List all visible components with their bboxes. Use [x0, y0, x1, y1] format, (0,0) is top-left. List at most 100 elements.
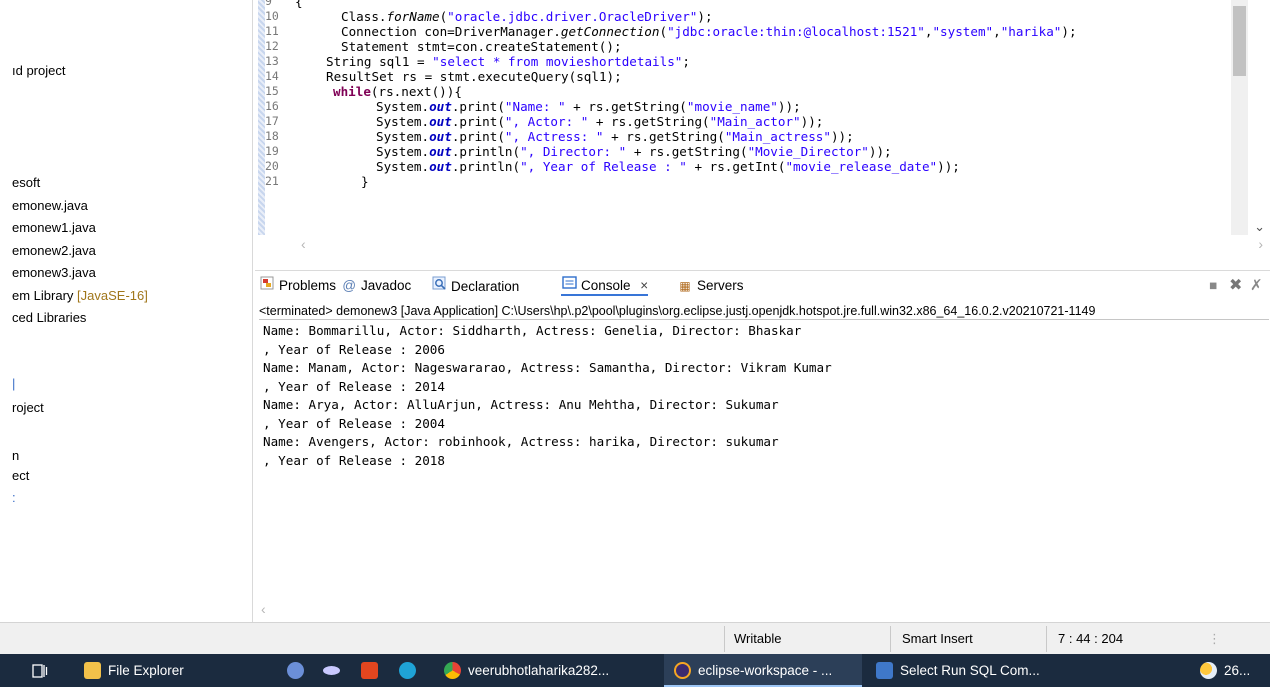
code-line-21: }	[361, 174, 369, 189]
tree-item-n[interactable]: n	[12, 446, 19, 466]
line-number: 11	[265, 24, 279, 38]
editor-horizontal-scrollbar[interactable]: ‹ ›	[295, 236, 1263, 253]
tree-marker: |	[12, 376, 16, 391]
chrome-icon	[444, 662, 461, 679]
weather-icon	[1200, 662, 1217, 679]
tree-item-system-library[interactable]: em Library [JavaSE-16]	[12, 286, 148, 306]
terminated-launch-label: <terminated> demonew3 [Java Application]…	[259, 302, 1269, 320]
taskbar-sql[interactable]: Select Run SQL Com...	[868, 654, 1058, 687]
scroll-left-icon[interactable]: ‹	[261, 601, 266, 618]
code-editor[interactable]: 9 10 11 12 13 14 15 16 17 18 19 20 21 { …	[255, 0, 1270, 262]
scroll-right-icon[interactable]: ›	[1258, 236, 1263, 253]
tab-javadoc[interactable]: @ Javadoc	[341, 276, 411, 296]
view-tab-bar: Problems @ Javadoc Declaration Console × …	[255, 271, 1270, 299]
tab-servers[interactable]: ▦ Servers	[677, 276, 743, 296]
line-number: 19	[265, 144, 279, 158]
taskbar-weather[interactable]: 26...	[1200, 654, 1264, 687]
tree-item-project-2[interactable]: roject	[12, 398, 44, 418]
line-number: 18	[265, 129, 279, 143]
status-cursor-position: 7 : 44 : 204	[1058, 631, 1124, 646]
line-number-gutter: 9 10 11 12 13 14 15 16 17 18 19 20 21	[265, 0, 291, 235]
tree-item-project[interactable]: ıd project	[12, 61, 65, 81]
tree-item-package[interactable]: esoft	[12, 173, 40, 193]
taskbar-office-icon[interactable]	[358, 654, 382, 687]
scroll-left-icon[interactable]: ‹	[301, 236, 306, 253]
servers-icon: ▦	[679, 279, 691, 293]
overview-ruler	[258, 0, 265, 235]
tab-declaration[interactable]: Declaration	[431, 276, 519, 296]
taskbar-app-icon-2[interactable]	[320, 654, 344, 687]
task-view-icon[interactable]	[32, 654, 56, 687]
console-horizontal-scrollbar[interactable]: ‹	[255, 601, 1270, 621]
line-number	[265, 204, 289, 219]
tab-console[interactable]: Console ×	[561, 276, 649, 296]
line-number: 21	[265, 174, 279, 188]
console-output-line: , Year of Release : 2004	[263, 415, 445, 431]
tab-problems[interactable]: Problems	[259, 276, 336, 296]
taskbar-app-icon[interactable]	[284, 654, 308, 687]
code-line-18: System.out.print(", Actress: " + rs.getS…	[376, 129, 854, 144]
line-number: 16	[265, 99, 279, 113]
console-output-line: , Year of Release : 2014	[263, 378, 445, 394]
code-line-17: System.out.print(", Actor: " + rs.getStr…	[376, 114, 824, 129]
status-grip-icon: ⋮	[1208, 631, 1221, 646]
editor-vertical-scrollbar[interactable]	[1231, 0, 1248, 235]
eclipse-icon	[674, 662, 691, 679]
console-output-line: Name: Manam, Actor: Nageswararao, Actres…	[263, 360, 832, 375]
console-output-line: Name: Bommarillu, Actor: Siddharth, Actr…	[263, 323, 802, 338]
taskbar-chrome[interactable]: veerubhotlaharika282...	[436, 654, 652, 687]
app-icon	[287, 662, 304, 679]
taskbar-eclipse-label: eclipse-workspace - ...	[698, 663, 833, 678]
line-number	[265, 189, 289, 204]
code-line-13: String sql1 = "select * from movieshortd…	[326, 54, 690, 69]
taskbar-chrome-label: veerubhotlaharika282...	[468, 663, 610, 678]
problems-icon	[259, 276, 275, 296]
line-number: 10	[265, 9, 279, 23]
line-number	[265, 219, 289, 234]
line-number: 14	[265, 69, 279, 83]
tab-declaration-label: Declaration	[451, 279, 520, 294]
taskbar-eclipse[interactable]: eclipse-workspace - ...	[664, 654, 862, 687]
status-bar: Writable Smart Insert 7 : 44 : 204 ⋮	[0, 622, 1270, 654]
code-line-12: Statement stmt=con.createStatement();	[341, 39, 622, 54]
console-output[interactable]: Name: Bommarillu, Actor: Siddharth, Actr…	[263, 322, 1263, 470]
code-line-11: Connection con=DriverManager.getConnecti…	[341, 24, 1077, 39]
code-area[interactable]: { Class.forName("oracle.jdbc.driver.Orac…	[291, 0, 1221, 235]
terminate-icon[interactable]: ■	[1209, 276, 1217, 296]
tree-item-system-library-label: em Library	[12, 288, 74, 303]
status-writable: Writable	[734, 631, 782, 646]
close-icon[interactable]: ×	[640, 278, 648, 293]
chevron-down-icon[interactable]: ⌄	[1254, 218, 1265, 235]
sql-run-icon	[876, 662, 893, 679]
code-line-16: System.out.print("Name: " + rs.getString…	[376, 99, 801, 114]
line-number: 12	[265, 39, 279, 53]
remove-launch-icon[interactable]: ✖	[1229, 276, 1242, 296]
console-output-line: Name: Arya, Actor: AlluArjun, Actress: A…	[263, 397, 779, 412]
console-output-line: , Year of Release : 2018	[263, 452, 445, 468]
tree-item-file-demonew[interactable]: emonew.java	[12, 196, 88, 216]
tree-item-referenced-libraries[interactable]: ced Libraries	[12, 308, 86, 328]
status-separator	[890, 626, 891, 652]
taskbar-edge-icon[interactable]	[396, 654, 420, 687]
app-icon	[323, 666, 340, 675]
editor-scroll-thumb[interactable]	[1233, 6, 1246, 76]
package-explorer: ıd project esoft emonew.java emonew1.jav…	[0, 0, 253, 622]
jre-version-decoration: [JavaSE-16]	[77, 288, 148, 303]
tree-item-file-demonew3[interactable]: emonew3.java	[12, 263, 96, 283]
code-line-19: System.out.println(", Director: " + rs.g…	[376, 144, 892, 159]
line-number: 15	[265, 84, 279, 98]
taskbar-sql-label: Select Run SQL Com...	[900, 663, 1040, 678]
tree-item-project-3[interactable]: ect	[12, 466, 29, 486]
remove-all-terminated-icon[interactable]: ✗	[1250, 276, 1263, 296]
status-insert-mode[interactable]: Smart Insert	[902, 630, 973, 648]
code-line-20: System.out.println(", Year of Release : …	[376, 159, 960, 174]
console-view: Problems @ Javadoc Declaration Console × …	[255, 270, 1270, 622]
console-icon	[561, 276, 577, 296]
windows-taskbar: File Explorer veerubhotlaharika282... ec…	[0, 654, 1270, 687]
console-output-line: , Year of Release : 2006	[263, 341, 445, 357]
tree-item-file-demonew1[interactable]: emonew1.java	[12, 218, 96, 238]
taskbar-file-explorer[interactable]: File Explorer	[82, 654, 192, 687]
tree-item-file-demonew2[interactable]: emonew2.java	[12, 241, 96, 261]
status-separator	[1046, 626, 1047, 652]
line-number: 20	[265, 159, 279, 173]
